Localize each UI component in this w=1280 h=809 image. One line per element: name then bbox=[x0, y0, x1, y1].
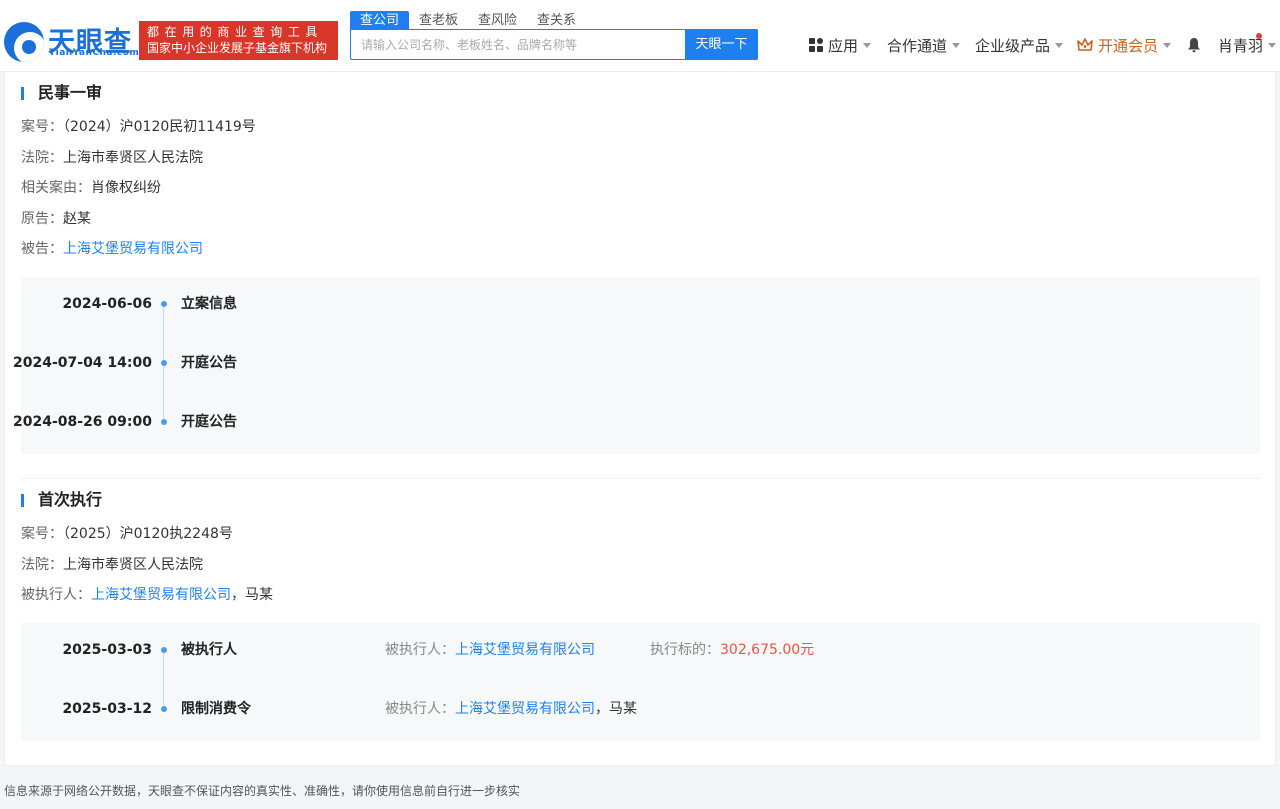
detail-label: 被执行人： bbox=[385, 701, 455, 717]
nav-enterprise-label: 企业级产品 bbox=[975, 36, 1051, 55]
cause-label: 相关案由： bbox=[21, 180, 91, 196]
crown-icon bbox=[1077, 38, 1093, 51]
timeline-detail: 被执行人：上海艾堡贸易有限公司，马某 bbox=[385, 699, 637, 719]
timeline-date: 2024-06-06 bbox=[62, 296, 152, 312]
top-header: 天眼查 TianYanCha.com 都在用的商业查询工具 国家中小企业发展子基… bbox=[0, 0, 1280, 72]
executed-party-label: 被执行人： bbox=[21, 587, 91, 603]
search-tabs: 查公司 查老板 查风险 查关系 bbox=[350, 11, 586, 30]
nav-vip[interactable]: 开通会员 bbox=[1077, 34, 1172, 56]
search-input[interactable] bbox=[351, 30, 685, 59]
plaintiff-value: 赵某 bbox=[63, 211, 91, 227]
bell-icon bbox=[1188, 38, 1200, 53]
nav-enterprise[interactable]: 企业级产品 bbox=[975, 34, 1064, 56]
cause-row: 相关案由：肖像权纠纷 bbox=[21, 178, 161, 198]
section-title-civil-first-instance: 民事一审 bbox=[21, 83, 102, 103]
timeline-title[interactable]: 开庭公告 bbox=[181, 353, 237, 373]
defendant-company-link[interactable]: 上海艾堡贸易有限公司 bbox=[63, 241, 203, 257]
defendant-row: 被告：上海艾堡贸易有限公司 bbox=[21, 239, 203, 259]
separator: ， bbox=[231, 587, 245, 603]
case-number-row: 案号：（2025）沪0120执2248号 bbox=[21, 524, 233, 544]
court-label: 法院： bbox=[21, 557, 63, 573]
chevron-down-icon bbox=[1163, 42, 1172, 48]
detail-company-link[interactable]: 上海艾堡贸易有限公司 bbox=[455, 642, 595, 658]
tab-search-relation[interactable]: 查关系 bbox=[527, 11, 586, 30]
case-number-label: 案号： bbox=[21, 526, 63, 542]
timeline-dot bbox=[161, 706, 167, 712]
amount-label: 执行标的： bbox=[650, 642, 720, 658]
timeline-dot bbox=[161, 647, 167, 653]
lawsuit-detail-card: 民事一审 案号：（2024）沪0120民初11419号 法院：上海市奉贤区人民法… bbox=[4, 72, 1276, 766]
user-name: 肖青羽 bbox=[1218, 36, 1264, 55]
chevron-down-icon bbox=[1055, 42, 1064, 48]
nav-apps[interactable]: 应用 bbox=[809, 34, 872, 56]
timeline-item: 2025-03-12 限制消费令 被执行人：上海艾堡贸易有限公司，马某 bbox=[21, 699, 1260, 719]
search-button[interactable]: 天眼一下 bbox=[685, 29, 758, 60]
timeline-date: 2024-07-04 14:00 bbox=[13, 355, 152, 371]
timeline-item: 2025-03-03 被执行人 被执行人：上海艾堡贸易有限公司 执行标的：302… bbox=[21, 640, 1260, 660]
timeline-title[interactable]: 开庭公告 bbox=[181, 412, 237, 432]
tab-search-company[interactable]: 查公司 bbox=[350, 11, 410, 30]
amount-value: 302,675.00元 bbox=[720, 642, 815, 658]
user-menu[interactable]: 肖青羽 bbox=[1218, 34, 1277, 56]
logo-eye-icon bbox=[4, 22, 44, 62]
case-number-label: 案号： bbox=[21, 119, 63, 135]
timeline-detail: 被执行人：上海艾堡贸易有限公司 bbox=[385, 640, 595, 660]
cause-value: 肖像权纠纷 bbox=[91, 180, 161, 196]
case-number-value: （2025）沪0120执2248号 bbox=[63, 526, 233, 542]
nav-partner[interactable]: 合作通道 bbox=[887, 34, 961, 56]
timeline-title[interactable]: 被执行人 bbox=[181, 640, 237, 660]
search-box: 天眼一下 bbox=[350, 29, 758, 60]
timeline-item: 2024-07-04 14:00 开庭公告 bbox=[13, 353, 1260, 373]
detail-label: 被执行人： bbox=[385, 642, 455, 658]
slogan-line-2: 国家中小企业发展子基金旗下机构 bbox=[147, 41, 328, 55]
plaintiff-label: 原告： bbox=[21, 211, 63, 227]
nav-vip-label: 开通会员 bbox=[1098, 36, 1159, 55]
slogan-line-1: 都在用的商业查询工具 bbox=[147, 25, 324, 39]
timeline-date: 2025-03-12 bbox=[62, 701, 152, 717]
timeline-title[interactable]: 限制消费令 bbox=[181, 699, 251, 719]
chevron-down-icon bbox=[863, 42, 872, 48]
timeline-title[interactable]: 立案信息 bbox=[181, 294, 237, 314]
tianyancha-logo[interactable]: 天眼查 TianYanCha.com bbox=[4, 18, 139, 62]
timeline-execution: 2025-03-03 被执行人 被执行人：上海艾堡贸易有限公司 执行标的：302… bbox=[21, 623, 1260, 741]
timeline-dot bbox=[161, 360, 167, 366]
court-value: 上海市奉贤区人民法院 bbox=[63, 557, 203, 573]
logo-subtext: TianYanCha.com bbox=[49, 48, 140, 58]
chevron-down-icon bbox=[952, 42, 961, 48]
detail-company-link[interactable]: 上海艾堡贸易有限公司 bbox=[455, 701, 595, 717]
section-divider bbox=[21, 478, 1260, 479]
case-number-value: （2024）沪0120民初11419号 bbox=[63, 119, 256, 135]
nav-partner-label: 合作通道 bbox=[887, 36, 948, 55]
defendant-label: 被告： bbox=[21, 241, 63, 257]
timeline-date: 2024-08-26 09:00 bbox=[13, 414, 152, 430]
tab-search-boss[interactable]: 查老板 bbox=[409, 11, 468, 30]
separator: ， bbox=[595, 701, 609, 717]
timeline-dot bbox=[161, 301, 167, 307]
case-number-row: 案号：（2024）沪0120民初11419号 bbox=[21, 117, 256, 137]
timeline-dot bbox=[161, 419, 167, 425]
nav-apps-label: 应用 bbox=[828, 36, 859, 55]
apps-grid-icon bbox=[809, 38, 823, 52]
slogan-banner: 都在用的商业查询工具 国家中小企业发展子基金旗下机构 bbox=[139, 21, 338, 60]
detail-person: 马某 bbox=[609, 701, 637, 717]
executed-person: 马某 bbox=[245, 587, 273, 603]
execution-amount: 执行标的：302,675.00元 bbox=[650, 640, 814, 660]
court-label: 法院： bbox=[21, 150, 63, 166]
tab-search-risk[interactable]: 查风险 bbox=[468, 11, 527, 30]
executed-party-row: 被执行人：上海艾堡贸易有限公司，马某 bbox=[21, 585, 273, 605]
court-row: 法院：上海市奉贤区人民法院 bbox=[21, 555, 203, 575]
court-row: 法院：上海市奉贤区人民法院 bbox=[21, 148, 203, 168]
notification-button[interactable] bbox=[1187, 34, 1201, 56]
timeline-item: 2024-08-26 09:00 开庭公告 bbox=[13, 412, 1260, 432]
timeline-item: 2024-06-06 立案信息 bbox=[21, 294, 1260, 314]
section-title-first-execution: 首次执行 bbox=[21, 490, 102, 510]
plaintiff-row: 原告：赵某 bbox=[21, 209, 91, 229]
executed-company-link[interactable]: 上海艾堡贸易有限公司 bbox=[91, 587, 231, 603]
disclaimer-text: 信息来源于网络公开数据，天眼查不保证内容的真实性、准确性，请你使用信息前自行进一… bbox=[4, 784, 521, 798]
chevron-down-icon bbox=[1268, 42, 1277, 48]
court-value: 上海市奉贤区人民法院 bbox=[63, 150, 203, 166]
timeline-date: 2025-03-03 bbox=[62, 642, 152, 658]
timeline-civil: 2024-06-06 立案信息 2024-07-04 14:00 开庭公告 20… bbox=[13, 277, 1260, 454]
